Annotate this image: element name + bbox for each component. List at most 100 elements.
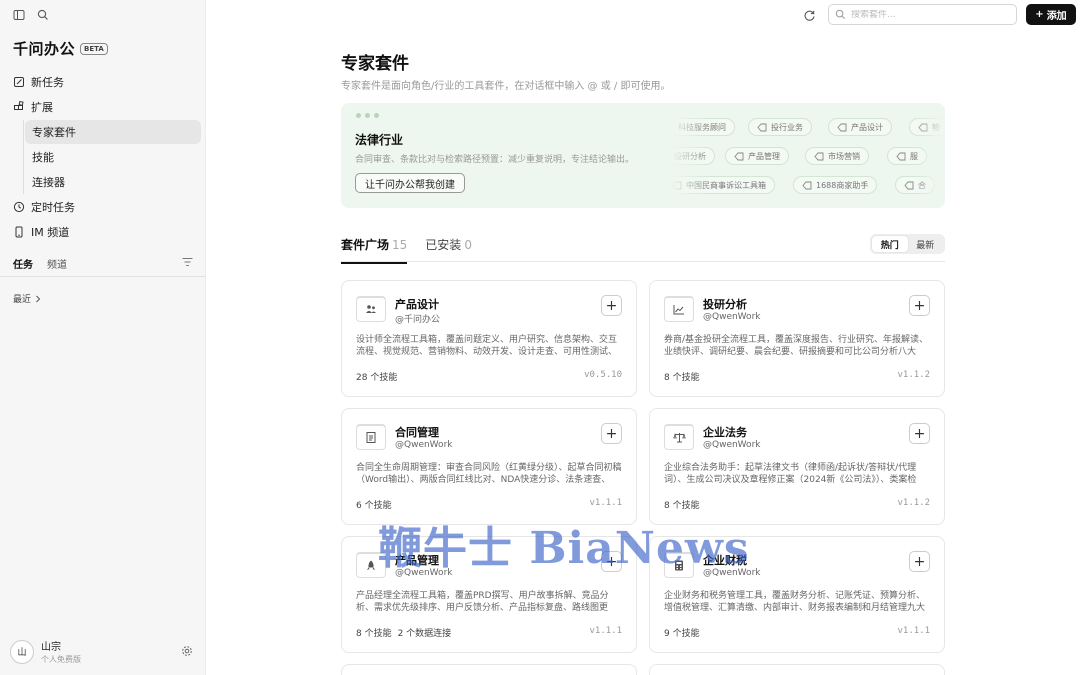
suite-chip[interactable]: 合	[895, 176, 935, 194]
tag-icon	[918, 123, 928, 131]
add-suite-button[interactable]: +	[909, 295, 930, 316]
tab-installed[interactable]: 已安装 0	[425, 236, 472, 264]
skill-count: 8 个技能	[664, 373, 700, 383]
suite-footer: 8 个技能 v1.1.2	[664, 370, 930, 383]
suite-description: 合同全生命周期管理：审查合同风险（红黄绿分级）、起草合同初稿（Word输出）、两…	[356, 463, 622, 485]
sort-toggle: 热门 最新	[870, 234, 945, 254]
suite-name: 企业财税	[703, 554, 747, 567]
skill-count: 6 个技能	[356, 501, 392, 511]
suite-author: @QwenWork	[395, 568, 453, 578]
suite-card[interactable]: 产品管理 @QwenWork + 产品经理全流程工具箱，覆盖PRD撰写、用户故事…	[341, 536, 637, 653]
tabs-divider	[341, 261, 945, 262]
suite-chip[interactable]: 产品管理	[725, 147, 789, 165]
tag-icon	[672, 181, 682, 189]
sidebar-tab-tasks[interactable]: 任务	[13, 256, 33, 271]
suite-version: v1.1.2	[897, 370, 930, 380]
suite-author: @QwenWork	[703, 440, 761, 450]
phone-icon	[15, 226, 23, 238]
avatar: 山	[10, 639, 34, 664]
suite-card[interactable]: 合同管理 @QwenWork + 合同全生命周期管理：审查合同风险（红黄绿分级）…	[341, 408, 637, 525]
sidebar: 千问办公 BETA 新任务 扩展 专家套件 技能 连接器 定时任务 IM 频道 …	[0, 0, 206, 675]
nav-connectors[interactable]: 连接器	[25, 170, 201, 194]
tag-icon	[904, 181, 914, 189]
create-with-assistant-button[interactable]: 让千问办公帮我创建	[355, 173, 465, 193]
suite-card[interactable]: 企业财税 @QwenWork + 企业财务和税务管理工具，覆盖财务分析、记账凭证…	[649, 536, 945, 653]
search-icon[interactable]	[36, 8, 50, 22]
clock-icon	[13, 201, 25, 213]
search-box	[828, 4, 1017, 25]
add-suite-button[interactable]: +	[601, 295, 622, 316]
nav-label: 定时任务	[31, 201, 75, 214]
beta-badge: BETA	[80, 42, 108, 55]
filter-icon[interactable]	[182, 257, 193, 270]
recent-toggle[interactable]: 最近	[13, 292, 41, 305]
nav-label: 新任务	[31, 76, 64, 89]
suite-name: 合同管理	[395, 426, 439, 439]
suite-version: v0.5.10	[584, 370, 622, 380]
suite-chip[interactable]: 1688商家助手	[793, 176, 878, 194]
user-profile[interactable]: 山 山宗 个人免费版	[10, 638, 193, 665]
user-name: 山宗	[41, 642, 61, 653]
rocket-icon	[356, 552, 386, 578]
people-icon	[356, 296, 386, 322]
scale-icon	[664, 424, 694, 450]
nav-im-channels[interactable]: IM 频道	[0, 220, 206, 244]
suite-description: 企业综合法务助手：起草法律文书（律师函/起诉状/答辩状/代理词）、生成公司决议及…	[664, 463, 917, 485]
tag-icon	[757, 123, 767, 131]
suite-card-partial[interactable]	[341, 664, 637, 675]
sort-hot[interactable]: 热门	[872, 236, 908, 252]
sidebar-tab-channels[interactable]: 频道	[47, 256, 67, 271]
tab-suite-market[interactable]: 套件广场 15	[341, 236, 408, 264]
suite-footer: 8 个技能 v1.1.2	[664, 498, 930, 511]
sidebar-nav: 新任务 扩展 专家套件 技能 连接器 定时任务 IM 频道	[0, 70, 206, 245]
suite-chip[interactable]: 科技服务顾问	[671, 118, 735, 136]
nav-new-task[interactable]: 新任务	[0, 70, 206, 94]
suite-chip[interactable]: 投研分析	[671, 147, 715, 165]
suite-author: @QwenWork	[703, 312, 761, 322]
suite-chip[interactable]: 产品设计	[828, 118, 892, 136]
nav-skills[interactable]: 技能	[25, 145, 201, 169]
nav-scheduled-tasks[interactable]: 定时任务	[0, 195, 206, 219]
refresh-icon[interactable]	[802, 8, 816, 22]
add-suite-button[interactable]: +	[601, 551, 622, 572]
extensions-submenu: 专家套件 技能 连接器	[23, 120, 206, 194]
suite-card[interactable]: 投研分析 @QwenWork + 券商/基金投研全流程工具，覆盖深度报告、行业研…	[649, 280, 945, 397]
add-suite-button[interactable]: +	[909, 423, 930, 444]
featured-banner: 法律行业 合同审查、条款比对与检索路径预置：减少重复说明，专注结论输出。 让千问…	[341, 103, 945, 208]
suite-chip[interactable]: 投行业务	[748, 118, 812, 136]
suite-footer: 6 个技能 v1.1.1	[356, 498, 622, 511]
suite-card-partial[interactable]	[649, 664, 945, 675]
suite-chip[interactable]: 中国民商事诉讼工具箱	[671, 176, 775, 194]
suite-version: v1.1.1	[589, 626, 622, 636]
banner-title: 法律行业	[355, 133, 404, 147]
sidebar-toggle-icon[interactable]	[12, 8, 26, 22]
suite-chip[interactable]: 物	[909, 118, 945, 136]
suite-name: 产品管理	[395, 554, 439, 567]
add-suite-button[interactable]: +	[909, 551, 930, 572]
nav-expert-suites[interactable]: 专家套件	[25, 120, 201, 144]
recent-label: 最近	[13, 295, 32, 305]
suite-card[interactable]: 产品设计 @千问办公 + 设计师全流程工具箱，覆盖问题定义、用户研究、信息架构、…	[341, 280, 637, 397]
chart-icon	[664, 296, 694, 322]
sort-new[interactable]: 最新	[908, 236, 944, 252]
tag-icon	[814, 152, 824, 160]
tag-icon	[896, 152, 906, 160]
suite-name: 企业法务	[703, 426, 747, 439]
suite-chip[interactable]: 服	[887, 147, 927, 165]
banner-description: 合同审查、条款比对与检索路径预置：减少重复说明，专注结论输出。	[355, 155, 635, 165]
tag-icon	[837, 123, 847, 131]
nav-extensions[interactable]: 扩展	[0, 95, 206, 119]
suite-footer: 28 个技能 v0.5.10	[356, 370, 622, 383]
page-description: 专家套件是面向角色/行业的工具套件，在对话框中输入 @ 或 / 即可使用。	[341, 81, 671, 92]
tag-icon	[734, 152, 744, 160]
search-input[interactable]	[851, 9, 1001, 20]
suite-card[interactable]: 企业法务 @QwenWork + 企业综合法务助手：起草法律文书（律师函/起诉状…	[649, 408, 945, 525]
suite-chip[interactable]: 市场营销	[805, 147, 869, 165]
suite-description: 设计师全流程工具箱，覆盖问题定义、用户研究、信息架构、交互流程、视觉规范、营销物…	[356, 335, 618, 357]
add-suite-button[interactable]: +	[601, 423, 622, 444]
add-button[interactable]: + 添加	[1026, 4, 1076, 25]
connector-count: 2 个数据连接	[397, 629, 452, 639]
gear-icon[interactable]	[181, 642, 193, 661]
calculator-icon	[664, 552, 694, 578]
tag-icon	[802, 181, 812, 189]
